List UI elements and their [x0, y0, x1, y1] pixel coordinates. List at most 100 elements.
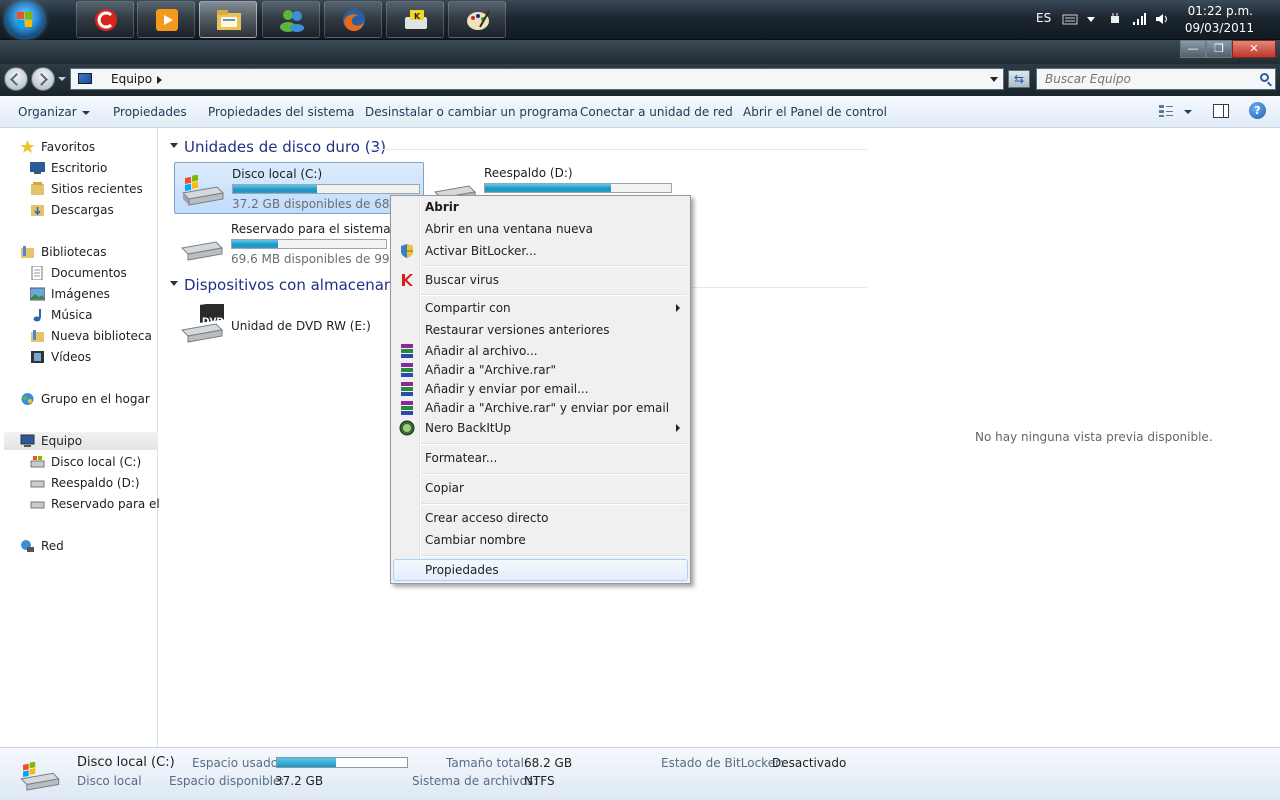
ccleaner-icon — [95, 9, 117, 31]
windows-explorer-icon — [217, 10, 241, 30]
recent-pages-dropdown[interactable] — [58, 77, 66, 81]
menu-item-open-new-window[interactable]: Abrir en una ventana nueva — [393, 218, 688, 240]
menu-item-share-with[interactable]: Compartir con — [393, 297, 688, 319]
language-indicator[interactable]: ES — [1036, 11, 1051, 25]
details-usage-fill — [277, 758, 336, 767]
back-button[interactable] — [4, 67, 28, 91]
network-icon — [21, 540, 34, 552]
drive-usage-fill — [485, 184, 612, 192]
help-icon[interactable]: ? — [1249, 102, 1266, 119]
collapse-triangle-icon[interactable] — [170, 143, 178, 148]
paint-icon — [467, 10, 490, 30]
clock-time[interactable]: 01:22 p.m. — [1188, 4, 1253, 18]
chevron-down-icon[interactable] — [1086, 12, 1096, 26]
menu-item-bitlocker[interactable]: Activar BitLocker... — [393, 240, 688, 262]
menu-label: Copiar — [425, 481, 464, 495]
submenu-arrow-icon — [676, 424, 680, 432]
breadcrumb-equipo[interactable]: Equipo — [111, 72, 152, 86]
details-bitlocker-value: Desactivado — [772, 756, 847, 770]
drive-dvd-e[interactable]: DVD Unidad de DVD RW (E:) — [174, 300, 404, 352]
taskbar-paint[interactable] — [448, 1, 506, 38]
group-divider — [369, 149, 867, 150]
nav-label: Escritorio — [51, 161, 108, 175]
system-properties-button[interactable]: Propiedades del sistema — [208, 105, 355, 119]
search-box[interactable] — [1036, 68, 1276, 90]
menu-item-rename[interactable]: Cambiar nombre — [393, 529, 688, 551]
details-total-label: Tamaño total: — [446, 756, 528, 770]
menu-item-create-shortcut[interactable]: Crear acceso directo — [393, 507, 688, 529]
open-control-panel-button[interactable]: Abrir el Panel de control — [743, 105, 887, 119]
nav-label: Música — [51, 308, 93, 322]
hard-drive-icon — [30, 501, 45, 509]
menu-separator — [421, 294, 687, 296]
taskbar-firefox[interactable] — [324, 1, 382, 38]
menu-label: Añadir y enviar por email... — [425, 382, 589, 396]
drive-name: Disco local (C:) — [232, 167, 323, 181]
group-label: Dispositivos con almacenamien — [184, 276, 422, 294]
address-bar[interactable]: Equipo — [70, 68, 1004, 90]
group-divider — [691, 287, 867, 288]
nav-label: Nueva biblioteca — [51, 329, 152, 343]
drive-usage-fill — [233, 185, 317, 193]
taskbar-ccleaner[interactable] — [76, 1, 134, 38]
windows-logo-icon — [17, 12, 33, 28]
taskbar: K ES 01:22 p.m. 09/03/2011 — [0, 0, 1280, 40]
nav-computer[interactable]: Equipo — [4, 432, 158, 450]
keyboard-icon[interactable] — [1062, 12, 1078, 26]
taskbar-explorer[interactable] — [199, 1, 257, 38]
view-options-dropdown[interactable] — [1184, 110, 1192, 114]
minimize-button[interactable]: — — [1180, 40, 1206, 58]
menu-item-properties[interactable]: Propiedades — [393, 559, 688, 581]
details-free-value: 37.2 GB — [275, 774, 324, 788]
organize-button[interactable]: Organizar — [18, 105, 90, 119]
menu-item-copy[interactable]: Copiar — [393, 477, 688, 499]
menu-item-scan-virus[interactable]: Buscar virus — [393, 269, 688, 291]
menu-item-add-rar-and-email[interactable]: Añadir a "Archive.rar" y enviar por emai… — [393, 397, 688, 419]
menu-item-nero-backitup[interactable]: Nero BackItUp — [393, 417, 688, 439]
search-icon[interactable] — [1260, 73, 1269, 82]
change-view-icon[interactable] — [1158, 104, 1174, 118]
window-titlebar[interactable] — [0, 40, 1280, 64]
clock-date[interactable]: 09/03/2011 — [1185, 21, 1254, 35]
forward-button[interactable] — [31, 67, 55, 91]
group-header-removable[interactable]: Dispositivos con almacenamien — [170, 276, 421, 294]
details-total-value: 68.2 GB — [524, 756, 573, 770]
refresh-button[interactable]: ⇆ — [1008, 70, 1030, 88]
menu-label: Activar BitLocker... — [425, 244, 537, 258]
uninstall-program-button[interactable]: Desinstalar o cambiar un programa — [365, 105, 578, 119]
menu-item-open[interactable]: Abrir — [393, 196, 688, 218]
start-button[interactable] — [6, 2, 44, 38]
details-free-label: Espacio disponible: — [169, 774, 285, 788]
menu-item-format[interactable]: Formatear... — [393, 447, 688, 469]
nav-label: Imágenes — [51, 287, 110, 301]
breadcrumb-chevron-icon[interactable] — [157, 76, 162, 84]
close-button[interactable]: ✕ — [1232, 40, 1276, 58]
drive-free-space: 69.6 MB disponibles de 99.9 M — [231, 252, 416, 266]
star-icon — [20, 140, 35, 153]
shield-icon — [401, 244, 413, 258]
group-header-hard-disks[interactable]: Unidades de disco duro (3) — [170, 138, 386, 156]
nav-label: Descargas — [51, 203, 114, 217]
command-bar: Organizar Propiedades Propiedades del si… — [0, 96, 1280, 128]
address-dropdown-icon[interactable] — [990, 77, 998, 82]
power-plug-icon[interactable] — [1108, 12, 1122, 26]
network-signal-icon[interactable] — [1132, 12, 1146, 26]
menu-item-restore-versions[interactable]: Restaurar versiones anteriores — [393, 319, 688, 341]
volume-icon[interactable] — [1155, 12, 1169, 26]
map-network-drive-button[interactable]: Conectar a unidad de red — [580, 105, 733, 119]
collapse-triangle-icon[interactable] — [170, 281, 178, 286]
menu-separator — [421, 473, 687, 475]
search-input[interactable] — [1037, 69, 1247, 89]
properties-button[interactable]: Propiedades — [113, 105, 187, 119]
drive-s[interactable]: Reservado para el sistema (S:) 69.6 MB d… — [174, 218, 424, 270]
nav-label: Red — [41, 539, 64, 553]
taskbar-kaspersky[interactable]: K — [386, 1, 444, 38]
drive-c[interactable]: Disco local (C:) 37.2 GB disponibles de … — [174, 162, 424, 214]
preview-pane-toggle-icon[interactable] — [1213, 104, 1229, 118]
winrar-icon — [401, 382, 413, 396]
taskbar-media-player[interactable] — [137, 1, 195, 38]
taskbar-messenger[interactable] — [262, 1, 320, 38]
nav-label: Equipo — [41, 434, 83, 448]
maximize-button[interactable]: ❐ — [1206, 40, 1232, 58]
dvd-logo-text: DVD — [202, 317, 224, 327]
